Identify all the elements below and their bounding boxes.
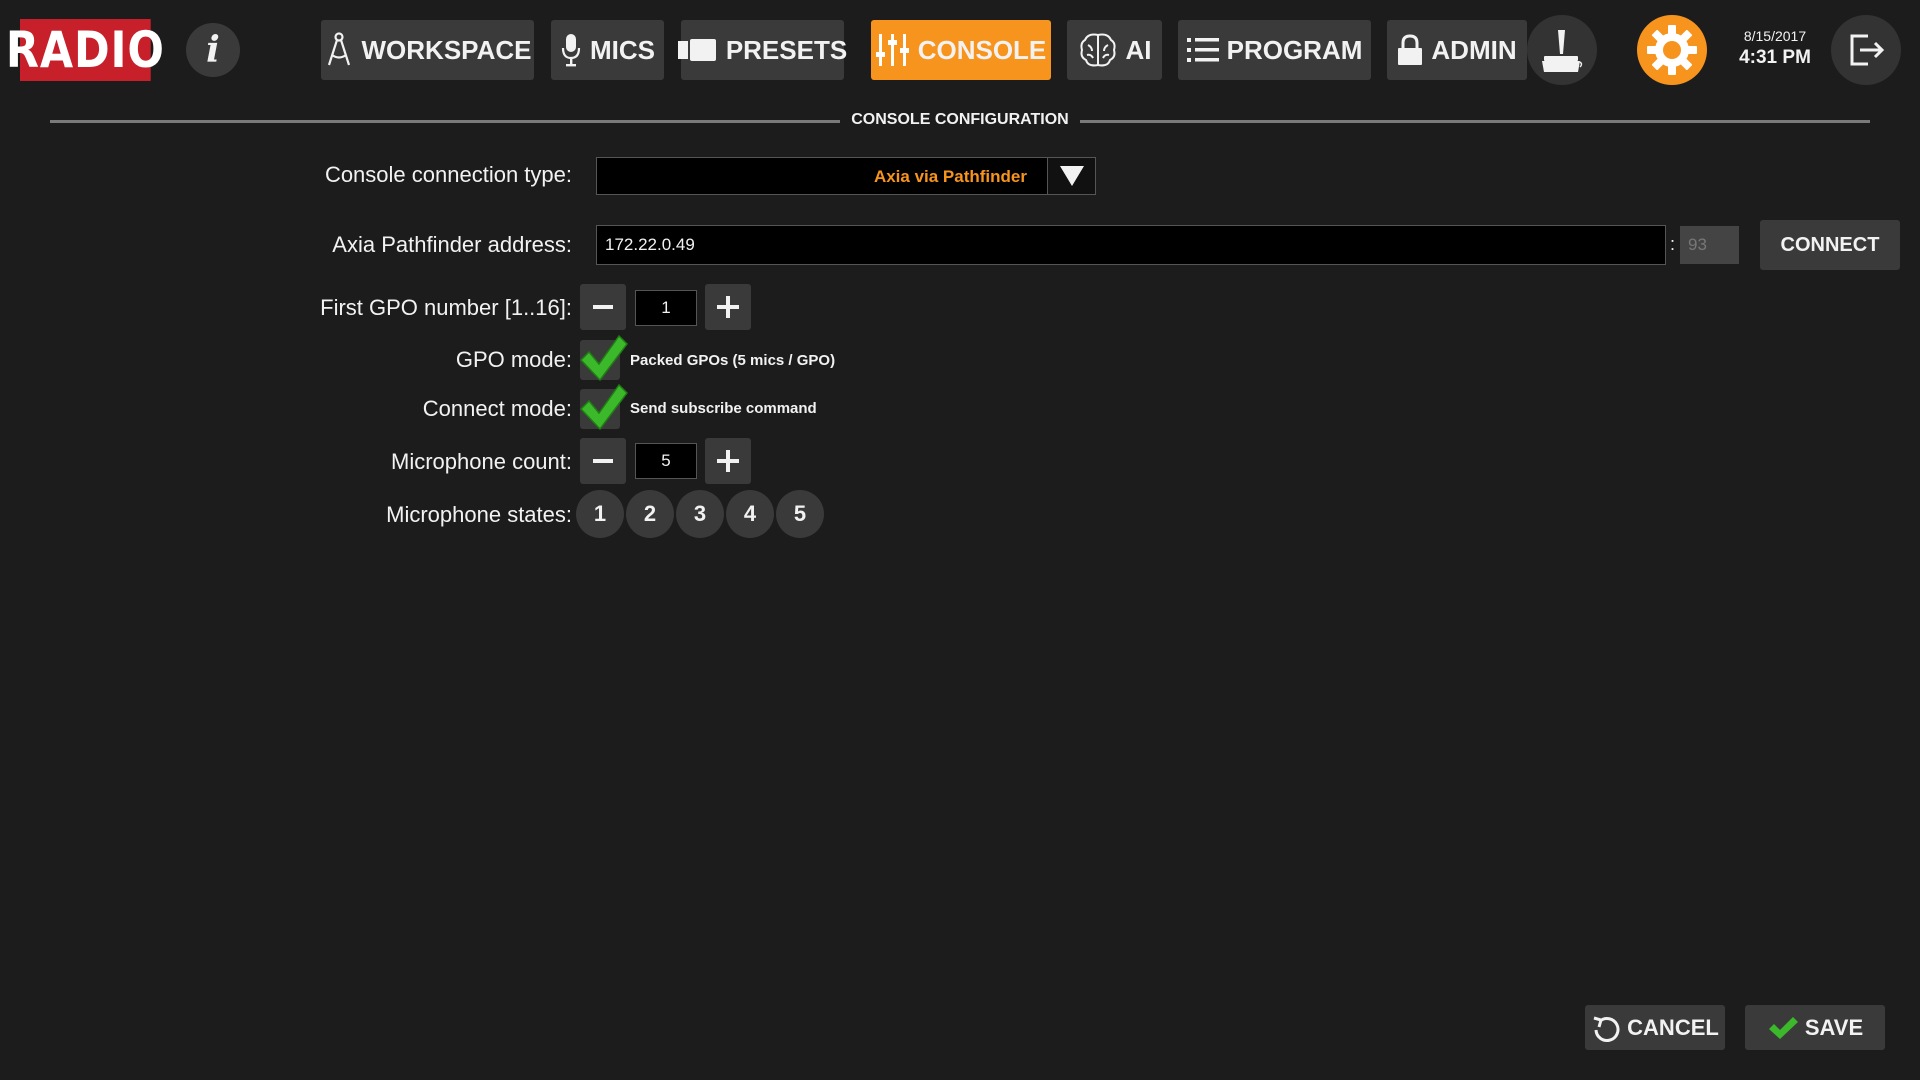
settings-button[interactable]: [1637, 15, 1707, 85]
nav-label: WORKSPACE: [361, 34, 532, 65]
address-input[interactable]: 172.22.0.49: [596, 225, 1666, 265]
mic-count-label: Microphone count:: [391, 449, 572, 474]
info-icon: i: [206, 29, 220, 71]
plus-icon: [717, 450, 739, 472]
gpo-mode-label: GPO mode:: [455, 347, 572, 372]
gpo-mode-text: Packed GPOs (5 mics / GPO): [630, 352, 836, 369]
first-gpo-increment-button[interactable]: [705, 284, 751, 330]
nav-label: ADMIN: [1431, 34, 1517, 65]
check-icon: [1768, 1016, 1798, 1039]
first-gpo-label: First GPO number [1..16]:: [320, 295, 572, 320]
mic-state-4-button[interactable]: 4: [726, 490, 774, 538]
triangle-down-icon: [1059, 166, 1084, 186]
microphone-icon: [561, 34, 581, 67]
sliders-icon: [875, 34, 909, 66]
nav-ai-button[interactable]: AI: [1067, 20, 1162, 80]
plus-icon: [717, 296, 739, 318]
nav-workspace-button[interactable]: WORKSPACE: [321, 20, 534, 80]
connect-button[interactable]: CONNECT: [1760, 220, 1900, 270]
save-label: SAVE: [1804, 1014, 1864, 1040]
nav-presets-button[interactable]: PRESETS: [677, 20, 848, 80]
port-separator: :: [1670, 234, 1676, 254]
mic-state-1-button[interactable]: 1: [576, 490, 624, 538]
cancel-label: CANCEL: [1627, 1014, 1719, 1040]
mic-state-3-button[interactable]: 3: [676, 490, 724, 538]
radio-logo: RADIO: [5, 19, 165, 81]
minus-icon: [593, 459, 613, 463]
section-title: CONSOLE CONFIGURATION: [0, 111, 1920, 129]
mic-state-2-button[interactable]: 2: [626, 490, 674, 538]
mic-count-increment-button[interactable]: [705, 438, 751, 484]
mic-states-label: Microphone states:: [386, 502, 572, 527]
broadcast-button[interactable]: [1527, 15, 1597, 85]
nav-mics-button[interactable]: MICS: [551, 20, 664, 80]
nav-console-button[interactable]: CONSOLE: [871, 20, 1051, 80]
mic-state-5-button[interactable]: 5: [776, 490, 824, 538]
nav-label: MICS: [590, 34, 655, 65]
connection-type-label: Console connection type:: [324, 162, 572, 187]
address-label: Axia Pathfinder address:: [332, 232, 572, 257]
mic-count-decrement-button[interactable]: [580, 438, 626, 484]
list-icon: [1186, 38, 1219, 62]
compass-icon: [327, 32, 350, 66]
gpo-mode-checkbox[interactable]: [579, 334, 628, 382]
gear-icon: [1647, 25, 1697, 75]
nav-program-button[interactable]: PROGRAM: [1178, 20, 1371, 80]
time-text: 4:31 PM: [1739, 47, 1811, 68]
port-input[interactable]: 93: [1680, 226, 1739, 264]
nav-label: CONSOLE: [917, 34, 1047, 65]
minus-icon: [593, 305, 613, 309]
dropdown-button[interactable]: [1047, 158, 1095, 194]
nav-label: PROGRAM: [1226, 34, 1363, 65]
save-button[interactable]: SAVE: [1745, 1005, 1885, 1050]
date-text: 8/15/2017: [1743, 28, 1807, 44]
logout-icon: [1850, 34, 1885, 66]
checkmark-icon: [579, 334, 628, 382]
connect-mode-text: Send subscribe command: [630, 400, 817, 417]
mic-count-input[interactable]: 5: [635, 443, 697, 479]
connection-type-value: Axia via Pathfinder: [873, 167, 1027, 186]
camera-icon: [677, 39, 716, 61]
clock: 8/15/2017 4:31 PM: [1730, 28, 1820, 69]
first-gpo-decrement-button[interactable]: [580, 284, 626, 330]
microphone-stand-icon: [1542, 30, 1583, 72]
first-gpo-input[interactable]: 1: [635, 290, 697, 326]
brain-icon: [1079, 33, 1116, 67]
connect-mode-checkbox[interactable]: [579, 383, 628, 431]
nav-admin-button[interactable]: ADMIN: [1387, 20, 1527, 80]
nav-label: PRESETS: [725, 34, 848, 65]
logout-button[interactable]: [1831, 15, 1901, 85]
info-button[interactable]: i: [186, 23, 240, 77]
connect-mode-label: Connect mode:: [422, 396, 572, 421]
undo-icon: [1593, 1016, 1620, 1042]
nav-label: AI: [1125, 34, 1152, 65]
cancel-button[interactable]: CANCEL: [1585, 1005, 1725, 1050]
checkmark-icon: [579, 383, 628, 431]
connection-type-select[interactable]: Axia via Pathfinder: [596, 157, 1096, 195]
lock-icon: [1398, 34, 1423, 65]
